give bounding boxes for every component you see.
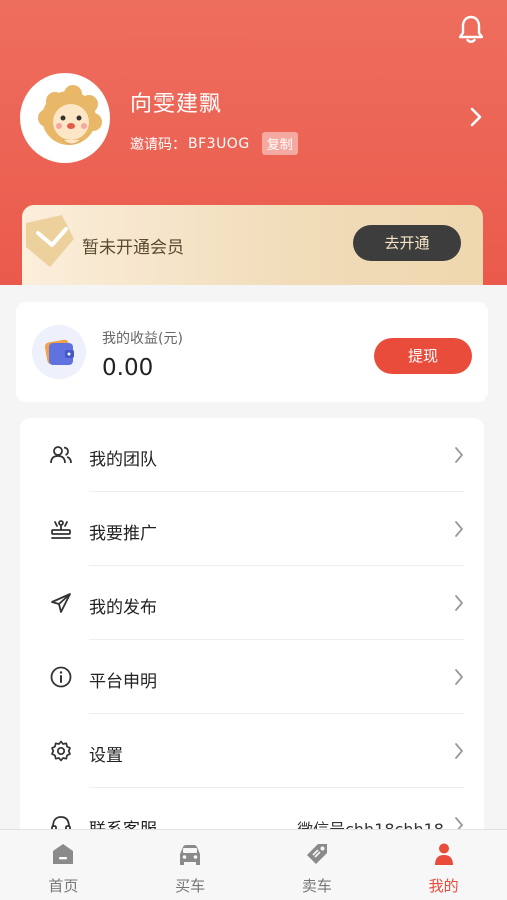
username: 向雯建飘 <box>130 92 223 117</box>
vip-badge-icon <box>26 215 74 267</box>
info-icon <box>50 666 72 688</box>
menu-item-settings[interactable]: 设置 <box>20 714 484 788</box>
promote-icon <box>51 520 71 539</box>
menu-item-statement[interactable]: 平台申明 <box>20 640 484 714</box>
tab-mine[interactable]: 我的 <box>380 830 507 900</box>
tag-icon <box>306 844 327 864</box>
chevron-right-icon <box>455 743 464 759</box>
menu-item-publish[interactable]: 我的发布 <box>20 566 484 640</box>
menu-label: 设置 <box>89 746 123 766</box>
chevron-right-icon <box>455 595 464 611</box>
menu-item-team[interactable]: 我的团队 <box>20 418 484 492</box>
tab-sell-car[interactable]: 卖车 <box>254 830 381 900</box>
chevron-right-icon <box>455 669 464 685</box>
tab-label: 我的 <box>428 877 459 895</box>
menu-label: 我要推广 <box>89 524 157 544</box>
earnings-value: 0.00 <box>102 355 154 381</box>
tab-home[interactable]: 首页 <box>0 830 127 900</box>
bell-icon[interactable] <box>457 14 485 44</box>
home-icon <box>53 844 74 864</box>
team-icon <box>50 446 72 464</box>
user-icon <box>434 843 453 865</box>
gear-icon <box>51 740 71 762</box>
chevron-right-icon <box>455 447 464 463</box>
copy-button[interactable]: 复制 <box>261 132 298 155</box>
menu-label: 我的团队 <box>89 450 157 470</box>
chevron-right-icon[interactable] <box>469 106 483 128</box>
tab-label: 买车 <box>175 877 206 895</box>
vip-activate-button[interactable]: 去开通 <box>353 225 461 261</box>
lion-avatar-icon <box>23 76 107 160</box>
menu-label: 我的发布 <box>89 598 157 618</box>
car-icon <box>180 845 201 865</box>
earnings-label: 我的收益(元) <box>102 331 183 347</box>
invite-row: 邀请码： BF3UOG 复制 <box>130 132 298 155</box>
tab-label: 首页 <box>48 877 79 895</box>
invite-code: BF3UOG <box>188 135 250 152</box>
chevron-right-icon <box>455 521 464 537</box>
invite-label: 邀请码： <box>130 136 186 153</box>
vip-card[interactable]: 暂未开通会员 去开通 <box>22 205 483 285</box>
send-icon <box>51 593 71 613</box>
earnings-card: 我的收益(元) 0.00 提现 <box>16 302 488 402</box>
withdraw-button[interactable]: 提现 <box>374 338 472 374</box>
bottom-tab-bar: 首页 买车 卖车 我的 <box>0 829 507 900</box>
menu-label: 平台申明 <box>89 672 157 692</box>
wallet-icon <box>44 339 74 365</box>
tab-buy-car[interactable]: 买车 <box>127 830 254 900</box>
wallet-icon-wrap <box>32 325 86 379</box>
vip-status-text: 暂未开通会员 <box>82 238 184 258</box>
avatar[interactable] <box>20 73 110 163</box>
profile-header: 向雯建飘 邀请码： BF3UOG 复制 暂未开通会员 去开通 <box>0 0 507 285</box>
menu-item-promote[interactable]: 我要推广 <box>20 492 484 566</box>
menu-list: 我的团队 我要推广 我的发布 平台申明 设置 <box>20 418 484 838</box>
tab-label: 卖车 <box>301 877 332 895</box>
